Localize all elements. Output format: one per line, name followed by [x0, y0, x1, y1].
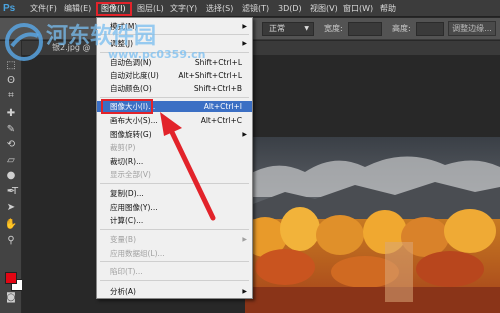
- watermark-logo-icon: [5, 23, 43, 61]
- watermark: 河东软件园 www.pc0359.cn: [0, 18, 230, 64]
- watermark-title: 河东软件园: [46, 24, 157, 49]
- watermark-url: www.pc0359.cn: [108, 48, 206, 61]
